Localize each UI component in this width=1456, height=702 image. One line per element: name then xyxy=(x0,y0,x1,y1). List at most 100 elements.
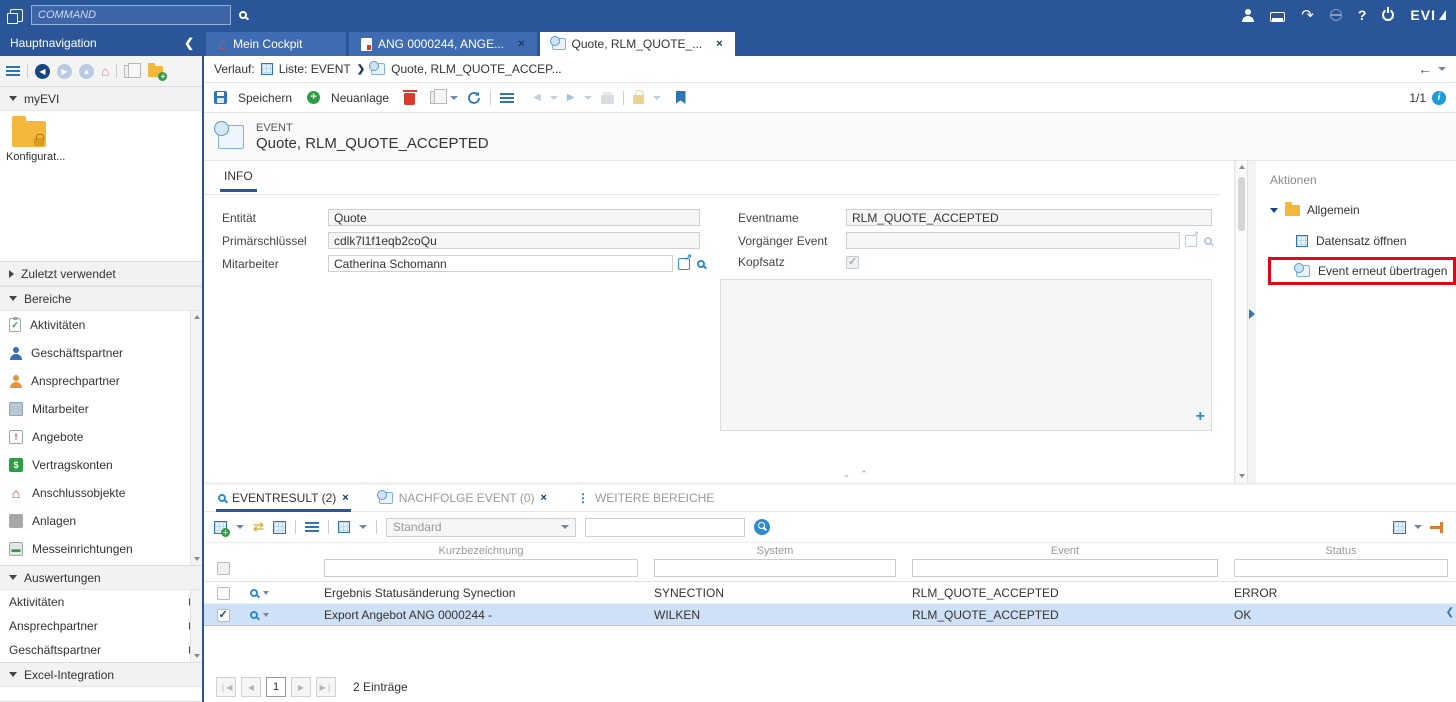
actions-group-allgemein[interactable]: Allgemein xyxy=(1270,203,1456,217)
column-header-status[interactable]: Status xyxy=(1226,543,1456,557)
sidebar-item-aktivitaeten[interactable]: ✓Aktivitäten xyxy=(0,311,202,339)
lookup-icon[interactable] xyxy=(697,260,705,268)
expand-panel-icon[interactable] xyxy=(1249,309,1255,319)
close-tab-icon[interactable]: × xyxy=(518,38,524,50)
menu-icon[interactable] xyxy=(6,66,20,76)
history-back-icon[interactable]: ← xyxy=(1418,61,1432,77)
view-options-icon[interactable] xyxy=(338,521,350,533)
logout-icon[interactable] xyxy=(1382,9,1394,21)
tab-nachfolge-event[interactable]: NACHFOLGE EVENT (0) × xyxy=(377,487,549,511)
new-folder-icon[interactable]: + xyxy=(148,66,163,77)
select-all-checkbox[interactable] xyxy=(217,562,230,575)
user-icon[interactable] xyxy=(1241,9,1254,22)
section-myevi[interactable]: myEVI xyxy=(0,86,202,111)
new-button[interactable]: Neuanlage xyxy=(331,91,389,105)
save-icon[interactable] xyxy=(214,91,227,104)
report-item-ansprechpartner[interactable]: Ansprechpartner xyxy=(0,614,202,638)
export-grid-icon[interactable] xyxy=(1393,521,1406,534)
tab-info[interactable]: INFO xyxy=(220,169,257,192)
row-checkbox[interactable] xyxy=(217,587,230,600)
sidebar-item-messeinrichtungen[interactable]: ▬Messeinrichtungen xyxy=(0,535,202,563)
report-item-geschaeftspartner[interactable]: Geschäftspartner xyxy=(0,638,202,662)
action-event-erneut-uebertragen[interactable]: Event erneut übertragen xyxy=(1270,259,1454,283)
filter-status-input[interactable] xyxy=(1234,559,1448,577)
section-bereiche[interactable]: Bereiche xyxy=(0,286,202,311)
form-scrollbar[interactable] xyxy=(1235,161,1247,482)
sidebar-item-vertragskonten[interactable]: $Vertragskonten xyxy=(0,451,202,479)
column-header-kurzbezeichnung[interactable]: Kurzbezeichnung xyxy=(316,543,646,557)
bookmark-add-icon[interactable] xyxy=(676,91,686,104)
sidebar-item-ansprechpartner[interactable]: Ansprechpartner xyxy=(0,367,202,395)
dock-panel-icon[interactable] xyxy=(1430,526,1442,529)
column-header-event[interactable]: Event xyxy=(904,543,1226,557)
tab-eventresult[interactable]: EVENTRESULT (2) × xyxy=(216,487,351,511)
auswertungen-scrollbar[interactable] xyxy=(190,590,202,662)
actions-panel-divider[interactable] xyxy=(1247,161,1256,482)
filter-event-input[interactable] xyxy=(912,559,1218,577)
sidebar-item-anlagen[interactable]: Anlagen xyxy=(0,507,202,535)
sidebar-item-geschaeftspartner[interactable]: Geschäftspartner xyxy=(0,339,202,367)
table-row[interactable]: Ergebnis Statusänderung Synection SYNECT… xyxy=(204,582,1456,604)
filter-kurzbezeichnung-input[interactable] xyxy=(324,559,638,577)
refresh-icon[interactable] xyxy=(467,91,481,105)
table-row-selected[interactable]: Export Angebot ANG 0000244 - WILKEN RLM_… xyxy=(204,604,1456,626)
current-page-button[interactable]: 1 xyxy=(266,677,286,697)
move-handle-icon[interactable]: + xyxy=(1196,408,1205,426)
breadcrumb-item-current[interactable]: Quote, RLM_QUOTE_ACCEP... xyxy=(391,62,562,76)
list-menu-icon[interactable] xyxy=(500,93,514,103)
close-tab-icon[interactable]: × xyxy=(716,38,722,50)
tab-mein-cockpit[interactable]: ⌂ Mein Cockpit xyxy=(206,32,346,56)
search-button[interactable] xyxy=(754,519,770,535)
dropdown-caret-icon[interactable] xyxy=(236,525,244,529)
mitarbeiter-field[interactable]: Catherina Schomann xyxy=(328,255,673,272)
command-input[interactable] xyxy=(31,5,231,25)
history-dropdown-icon[interactable] xyxy=(1438,67,1446,71)
sidebar-collapse-icon[interactable]: ❮ xyxy=(184,36,194,50)
copy-dropdown-icon[interactable] xyxy=(450,96,458,100)
tab-angebot[interactable]: ANG 0000244, ANGE... × xyxy=(349,32,537,56)
nav-back-icon[interactable]: ◀ xyxy=(35,64,50,79)
sidebar-item-anschlussobjekte[interactable]: ⌂Anschlussobjekte xyxy=(0,479,202,507)
tab-weitere-bereiche[interactable]: ⋮ WEITERE BEREICHE xyxy=(575,487,716,511)
row-dropdown-icon[interactable] xyxy=(263,613,269,617)
tab-quote-event[interactable]: Quote, RLM_QUOTE_... × xyxy=(540,32,735,56)
row-detail-icon[interactable] xyxy=(250,589,258,597)
bereiche-scrollbar[interactable] xyxy=(190,311,202,565)
scroll-left-hint-icon[interactable]: ❮ xyxy=(1446,607,1454,618)
redo-icon[interactable]: ↷ xyxy=(1301,6,1314,24)
dropdown-caret-icon[interactable] xyxy=(359,525,367,529)
row-checkbox[interactable] xyxy=(217,609,230,622)
open-record-icon[interactable] xyxy=(678,258,690,270)
dropdown-caret-icon[interactable] xyxy=(1414,525,1422,529)
windows-icon[interactable] xyxy=(10,9,23,22)
row-dropdown-icon[interactable] xyxy=(263,591,269,595)
sidebar-item-angebote[interactable]: !Angebote xyxy=(0,423,202,451)
action-datensatz-oeffnen[interactable]: Datensatz öffnen xyxy=(1270,229,1456,253)
panel-resize-chevrons[interactable]: ⌄⌃ xyxy=(843,469,878,480)
table-search-input[interactable] xyxy=(585,518,745,537)
konfiguration-tile[interactable]: Konfigurat... xyxy=(6,121,70,163)
command-search-icon[interactable] xyxy=(239,11,247,19)
filter-system-input[interactable] xyxy=(654,559,896,577)
help-icon[interactable]: ? xyxy=(1358,7,1367,23)
sidebar-item-mitarbeiter[interactable]: Mitarbeiter xyxy=(0,395,202,423)
section-excel-integration[interactable]: Excel-Integration xyxy=(0,662,202,687)
breadcrumb-item-list[interactable]: Liste: EVENT xyxy=(279,62,351,76)
close-tab-icon[interactable]: × xyxy=(342,492,348,504)
info-icon[interactable]: i xyxy=(1432,91,1446,105)
inbox-icon[interactable] xyxy=(1270,12,1285,22)
section-zuletzt-verwendet[interactable]: Zuletzt verwendet xyxy=(0,261,202,286)
table-add-icon[interactable]: + xyxy=(214,521,227,534)
filter-preset-select[interactable]: Standard xyxy=(386,518,576,537)
table-menu-icon[interactable] xyxy=(305,522,319,532)
section-auswertungen[interactable]: Auswertungen xyxy=(0,565,202,590)
table-search-icon[interactable] xyxy=(273,521,286,534)
close-tab-icon[interactable]: × xyxy=(541,492,547,504)
copy-record-icon[interactable] xyxy=(430,91,441,104)
delete-icon[interactable] xyxy=(404,93,415,105)
new-icon[interactable]: + xyxy=(307,91,320,104)
report-item-aktivitaeten[interactable]: Aktivitäten xyxy=(0,590,202,614)
column-header-system[interactable]: System xyxy=(646,543,904,557)
save-button[interactable]: Speichern xyxy=(238,91,292,105)
row-detail-icon[interactable] xyxy=(250,611,258,619)
